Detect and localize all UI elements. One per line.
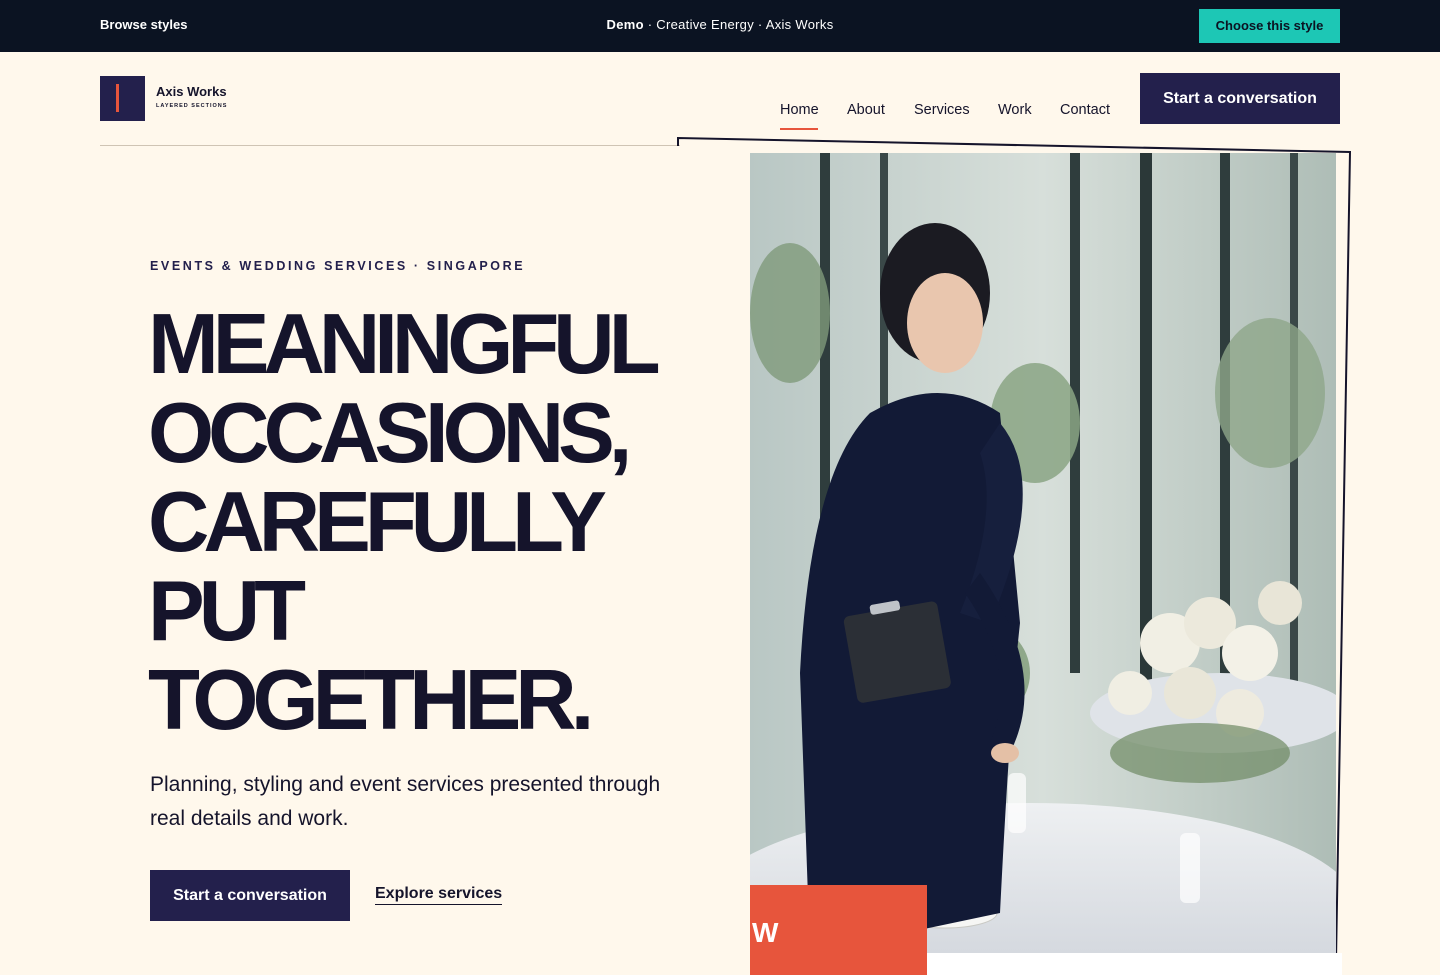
- explore-services-link[interactable]: Explore services: [375, 885, 503, 905]
- hero-headline: MEANINGFUL OCCASIONS, CAREFULLY PUT TOGE…: [148, 300, 708, 745]
- hero-start-conversation-button[interactable]: Start a conversation: [150, 870, 350, 921]
- brand-name[interactable]: Axis Works: [156, 84, 227, 99]
- logo-bar: [116, 84, 119, 112]
- accent-tab-letter: W: [752, 917, 779, 948]
- headline-line: PUT: [148, 564, 306, 659]
- nav-services[interactable]: Services: [914, 102, 970, 118]
- brand-tagline: LAYERED SECTIONS: [156, 103, 228, 109]
- headline-line: OCCASIONS,: [148, 386, 632, 481]
- headline-line: MEANINGFUL: [148, 297, 661, 392]
- headline-line: CAREFULLY: [148, 475, 607, 570]
- nav-work[interactable]: Work: [998, 102, 1032, 118]
- demo-bar: Browse styles Demo · Creative Energy · A…: [0, 0, 1440, 52]
- accent-tab: W: [750, 885, 927, 975]
- hero-subtext: Planning, styling and event services pre…: [150, 773, 661, 830]
- lower-section-edge: [927, 953, 1342, 975]
- event-planner-photo: [750, 153, 1336, 953]
- nav-about[interactable]: About: [847, 102, 885, 118]
- nav-contact[interactable]: Contact: [1060, 102, 1110, 118]
- demo-style-name: · Creative Energy · Axis Works: [643, 17, 834, 32]
- headline-line: TOGETHER.: [148, 653, 594, 748]
- choose-style-button[interactable]: Choose this style: [1199, 9, 1340, 43]
- header-divider: [100, 145, 680, 146]
- logo-mark-icon[interactable]: [100, 76, 145, 121]
- nav-home[interactable]: Home: [780, 102, 819, 118]
- header-start-conversation-button[interactable]: Start a conversation: [1140, 73, 1340, 124]
- demo-label: Demo: [606, 17, 644, 32]
- hero-eyebrow: EVENTS & WEDDING SERVICES · SINGAPORE: [150, 259, 526, 273]
- photo-illustration: [750, 153, 1336, 953]
